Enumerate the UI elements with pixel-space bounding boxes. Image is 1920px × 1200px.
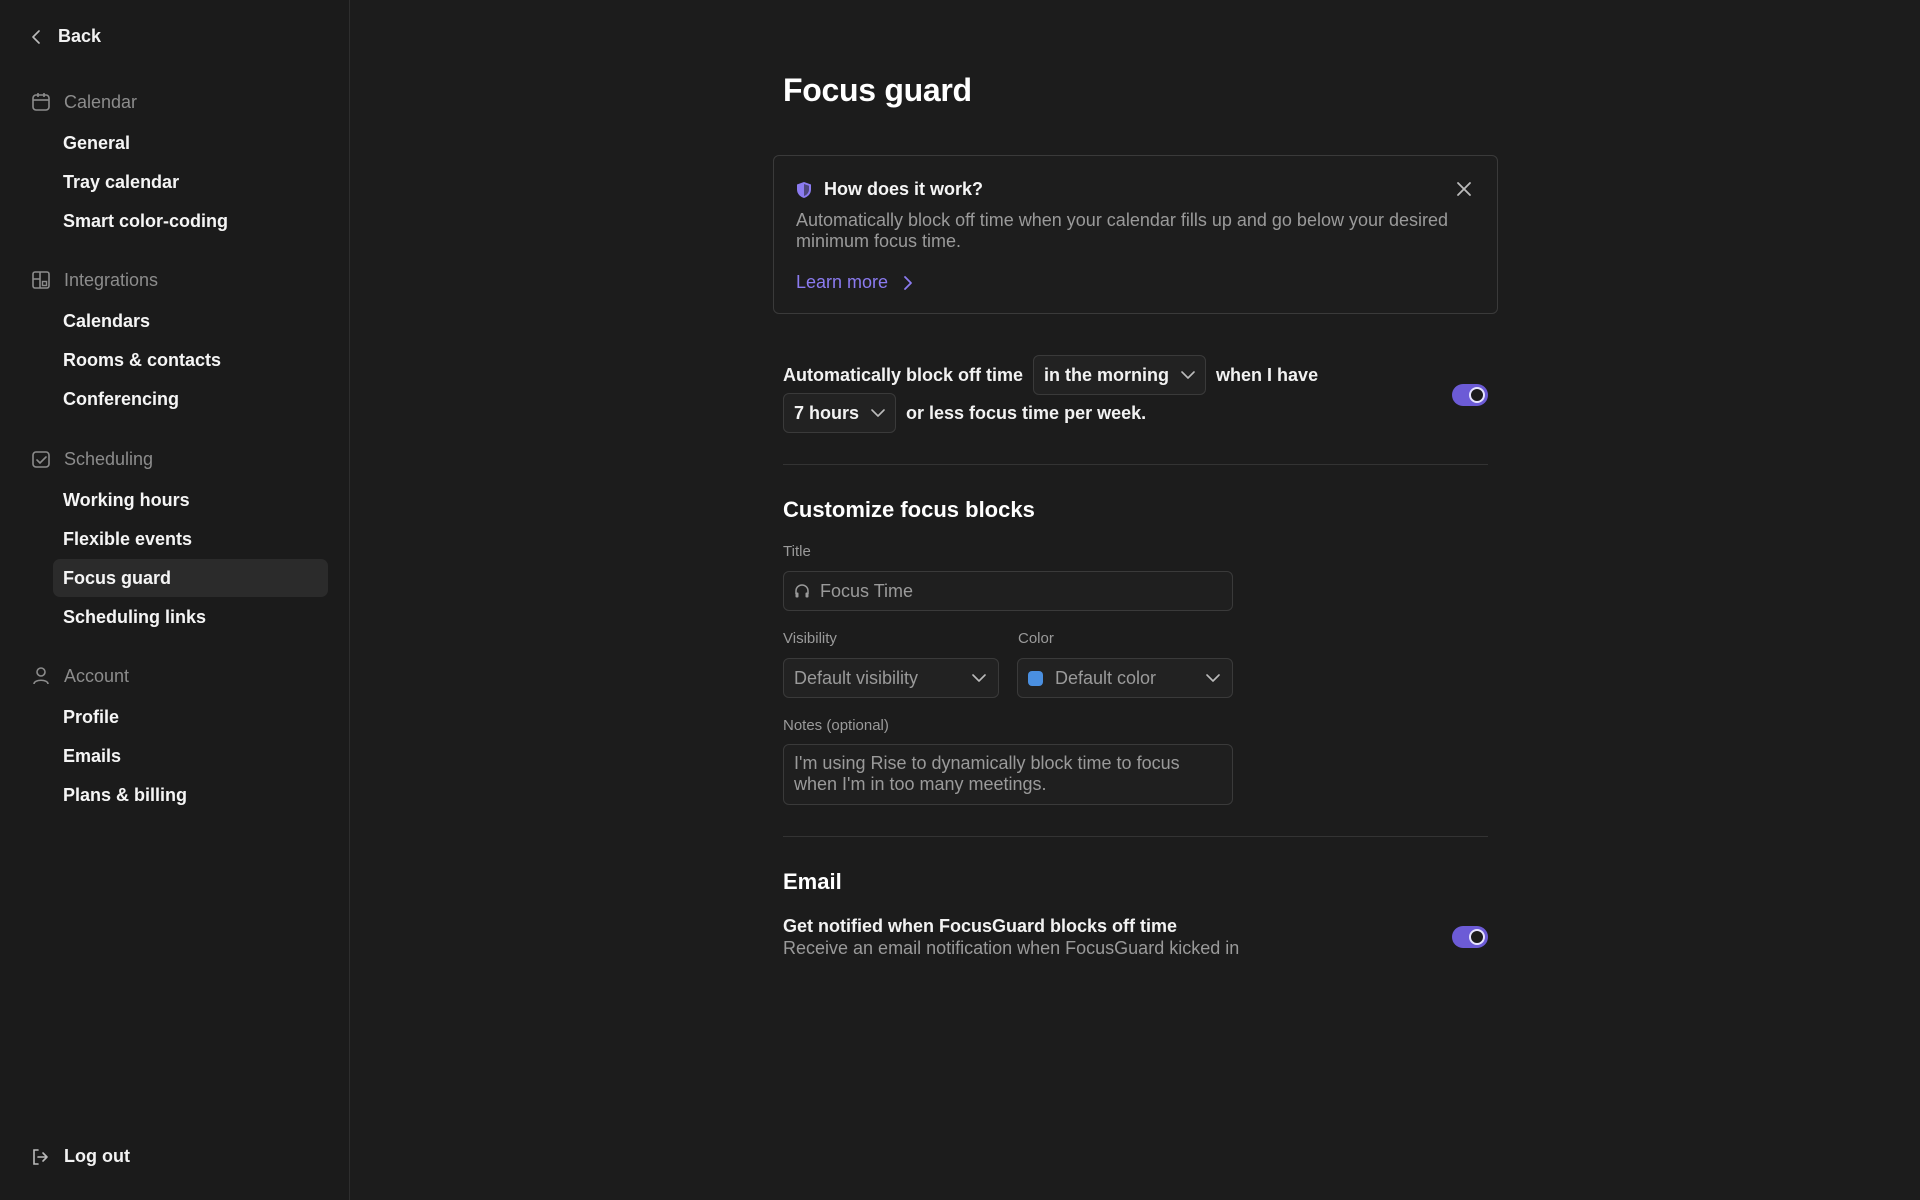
title-label: Title <box>783 543 811 560</box>
focus-guard-toggle[interactable] <box>1452 384 1488 406</box>
sidebar-section-calendar: Calendar General Tray calendar Smart col… <box>30 88 330 240</box>
time-of-day-dropdown[interactable]: in the morning <box>1033 355 1207 395</box>
section-heading: Account <box>30 662 330 690</box>
customize-heading: Customize focus blocks <box>783 497 1035 522</box>
info-title: How does it work? <box>796 179 983 200</box>
chevron-down-icon <box>1206 674 1220 682</box>
sidebar-item-profile[interactable]: Profile <box>53 698 328 736</box>
section-title-calendar: Calendar <box>64 91 138 112</box>
sidebar-item-tray-calendar[interactable]: Tray calendar <box>53 163 328 201</box>
title-placeholder: Focus Time <box>820 580 914 601</box>
sidebar-section-account: Account Profile Emails Plans & billing <box>30 662 330 814</box>
email-heading: Email <box>783 869 842 894</box>
chevron-down-icon <box>1181 370 1195 379</box>
visibility-select[interactable]: Default visibility <box>783 658 999 698</box>
color-value: Default color <box>1055 667 1157 688</box>
sidebar-item-smart-color-coding[interactable]: Smart color-coding <box>53 202 328 240</box>
user-icon <box>33 667 49 685</box>
shield-icon <box>797 181 811 198</box>
sidebar-item-scheduling-links[interactable]: Scheduling links <box>53 598 328 636</box>
title-input[interactable]: Focus Time <box>783 571 1233 611</box>
rule-text-3: or less focus time per week. <box>906 402 1147 423</box>
learn-more-link[interactable]: Learn more <box>796 272 914 293</box>
notes-textarea[interactable]: I'm using Rise to dynamically block time… <box>783 744 1233 805</box>
sidebar-section-integrations: Integrations Calendars Rooms & contacts … <box>30 266 330 418</box>
sidebar-item-calendars[interactable]: Calendars <box>53 302 328 340</box>
integrations-icon <box>32 271 50 289</box>
sidebar-item-focus-guard[interactable]: Focus guard <box>53 559 328 597</box>
color-label: Color <box>1018 630 1054 647</box>
email-notify-title: Get notified when FocusGuard blocks off … <box>783 916 1178 936</box>
section-title-scheduling: Scheduling <box>64 448 154 469</box>
calendar-icon <box>32 93 50 111</box>
logout-label: Log out <box>64 1146 130 1166</box>
email-notify-toggle[interactable] <box>1452 926 1488 948</box>
color-swatch <box>1028 670 1043 686</box>
email-notify-description: Receive an email notification when Focus… <box>783 938 1240 958</box>
chevron-left-icon <box>32 29 40 44</box>
sidebar-item-working-hours[interactable]: Working hours <box>53 481 328 519</box>
toggle-knob <box>1469 387 1485 403</box>
scheduling-icon <box>32 451 50 468</box>
rule-text-2: when I have <box>1216 364 1319 385</box>
toggle-knob <box>1469 929 1485 945</box>
logout-button[interactable]: Log out <box>30 1146 130 1167</box>
sidebar-item-plans-billing[interactable]: Plans & billing <box>53 776 328 814</box>
hours-value: 7 hours <box>794 402 860 423</box>
back-label: Back <box>58 26 102 46</box>
sidebar-item-flexible-events[interactable]: Flexible events <box>53 520 328 558</box>
focus-rule: Automatically block off time in the morn… <box>783 355 1488 435</box>
visibility-label: Visibility <box>783 630 837 647</box>
hours-dropdown[interactable]: 7 hours <box>783 393 897 433</box>
visibility-value: Default visibility <box>794 667 919 688</box>
section-title-account: Account <box>64 665 130 686</box>
logout-icon <box>33 1148 48 1165</box>
chevron-down-icon <box>972 674 986 682</box>
chevron-right-icon <box>904 275 912 290</box>
back-button[interactable]: Back <box>30 26 101 47</box>
rule-line-1: Automatically block off time in the morn… <box>783 355 1318 395</box>
rule-line-2: 7 hours or less focus time per week. <box>783 393 1146 433</box>
section-heading: Scheduling <box>30 445 330 473</box>
sidebar-section-scheduling: Scheduling Working hours Flexible events… <box>30 445 330 636</box>
section-heading: Calendar <box>30 88 330 116</box>
sidebar-item-general[interactable]: General <box>53 124 328 162</box>
color-select[interactable]: Default color <box>1017 658 1233 698</box>
chevron-down-icon <box>871 408 885 417</box>
notes-label: Notes (optional) <box>783 717 889 734</box>
info-card: How does it work? Automatically block of… <box>773 155 1498 314</box>
divider <box>783 464 1488 465</box>
rule-text-1: Automatically block off time <box>783 364 1024 385</box>
learn-more-label: Learn more <box>796 272 889 292</box>
page-title: Focus guard <box>783 72 972 108</box>
sidebar-item-rooms-contacts[interactable]: Rooms & contacts <box>53 341 328 379</box>
sidebar-item-conferencing[interactable]: Conferencing <box>53 380 328 418</box>
headphones-icon <box>795 584 809 598</box>
sidebar: Back Calendar General Tray calendar Smar… <box>0 0 350 1200</box>
time-of-day-value: in the morning <box>1044 364 1170 385</box>
info-description: Automatically block off time when your c… <box>796 210 1449 251</box>
info-title-text: How does it work? <box>824 179 984 199</box>
close-icon[interactable] <box>1455 180 1473 198</box>
divider <box>783 836 1488 837</box>
sidebar-item-emails[interactable]: Emails <box>53 737 328 775</box>
section-heading: Integrations <box>30 266 330 294</box>
section-title-integrations: Integrations <box>64 269 159 290</box>
